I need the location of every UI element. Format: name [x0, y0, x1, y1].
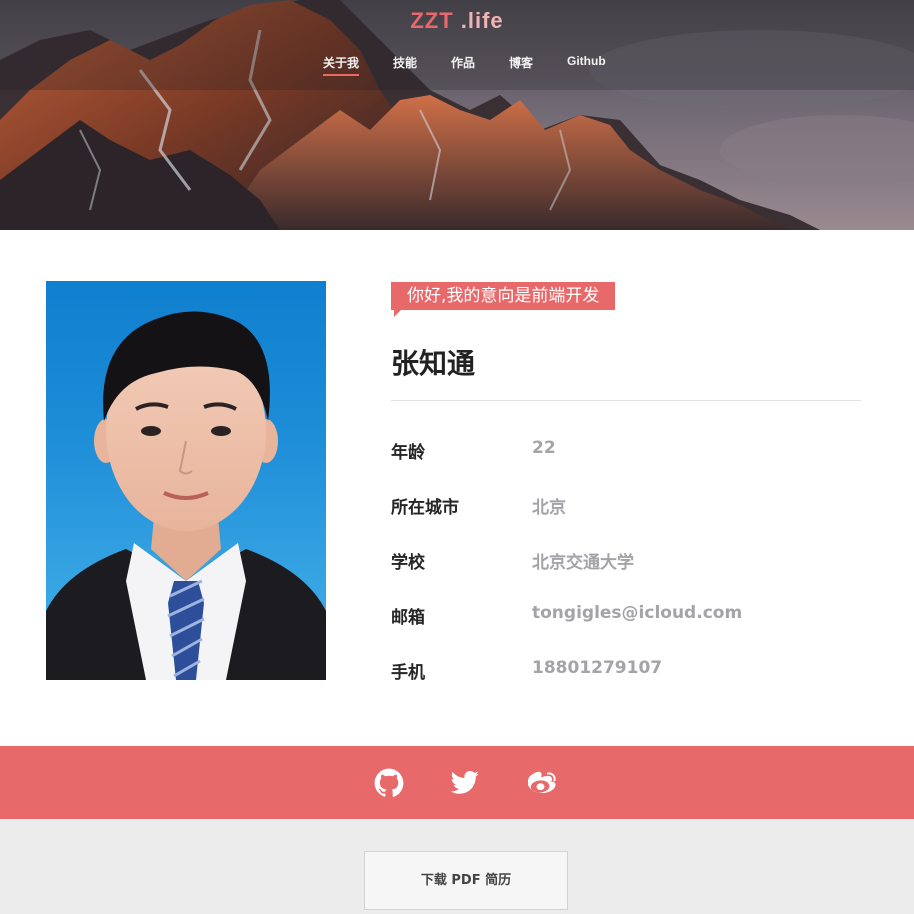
info-label: 年龄 [391, 443, 425, 463]
nav-item-about[interactable]: 关于我 [323, 54, 360, 76]
info-label: 所在城市 [391, 498, 459, 518]
info-label: 学校 [391, 553, 425, 573]
info-row-school: 学校 北京交通大学 [391, 548, 861, 573]
weibo-icon[interactable] [528, 768, 558, 798]
info-row-city: 所在城市 北京 [391, 493, 861, 518]
profile-section: 你好,我的意向是前端开发 张知通 年龄 22 所在城市 北京 学校 北京交通大学… [0, 230, 914, 746]
info-label: 手机 [391, 663, 425, 683]
main-nav: 关于我 技能 作品 博客 Github [0, 54, 914, 80]
site-logo[interactable]: ZZT .life [0, 8, 914, 34]
profile-name: 张知通 [391, 347, 476, 380]
tagline-text: 你好,我的意向是前端开发 [391, 282, 616, 310]
info-value: 北京交通大学 [532, 553, 634, 573]
social-bar [0, 746, 914, 819]
info-value: 22 [532, 438, 556, 458]
name-divider [391, 400, 861, 401]
info-value: 北京 [532, 498, 566, 518]
logo-suffix: .life [460, 8, 504, 33]
nav-item-github[interactable]: Github [567, 54, 606, 68]
mountain-background [0, 0, 914, 230]
tagline-tail [394, 309, 402, 317]
info-row-age: 年龄 22 [391, 438, 861, 463]
info-row-phone: 手机 18801279107 [391, 658, 861, 683]
info-value[interactable]: 18801279107 [532, 658, 662, 678]
download-pdf-button[interactable]: 下载 PDF 简历 [364, 851, 568, 910]
nav-item-blog[interactable]: 博客 [509, 54, 533, 71]
nav-item-skills[interactable]: 技能 [393, 54, 417, 71]
logo-brand: ZZT [410, 8, 454, 33]
github-icon[interactable] [374, 768, 404, 798]
portrait-image [46, 311, 326, 680]
profile-photo [46, 281, 326, 680]
info-label: 邮箱 [391, 608, 425, 628]
info-row-email: 邮箱 tongigles@icloud.com [391, 603, 861, 628]
header-banner: ZZT .life 关于我 技能 作品 博客 Github [0, 0, 914, 230]
tagline-badge: 你好,我的意向是前端开发 [391, 282, 616, 317]
nav-item-works[interactable]: 作品 [451, 54, 475, 71]
twitter-icon[interactable] [450, 768, 480, 798]
info-value[interactable]: tongigles@icloud.com [532, 603, 742, 623]
